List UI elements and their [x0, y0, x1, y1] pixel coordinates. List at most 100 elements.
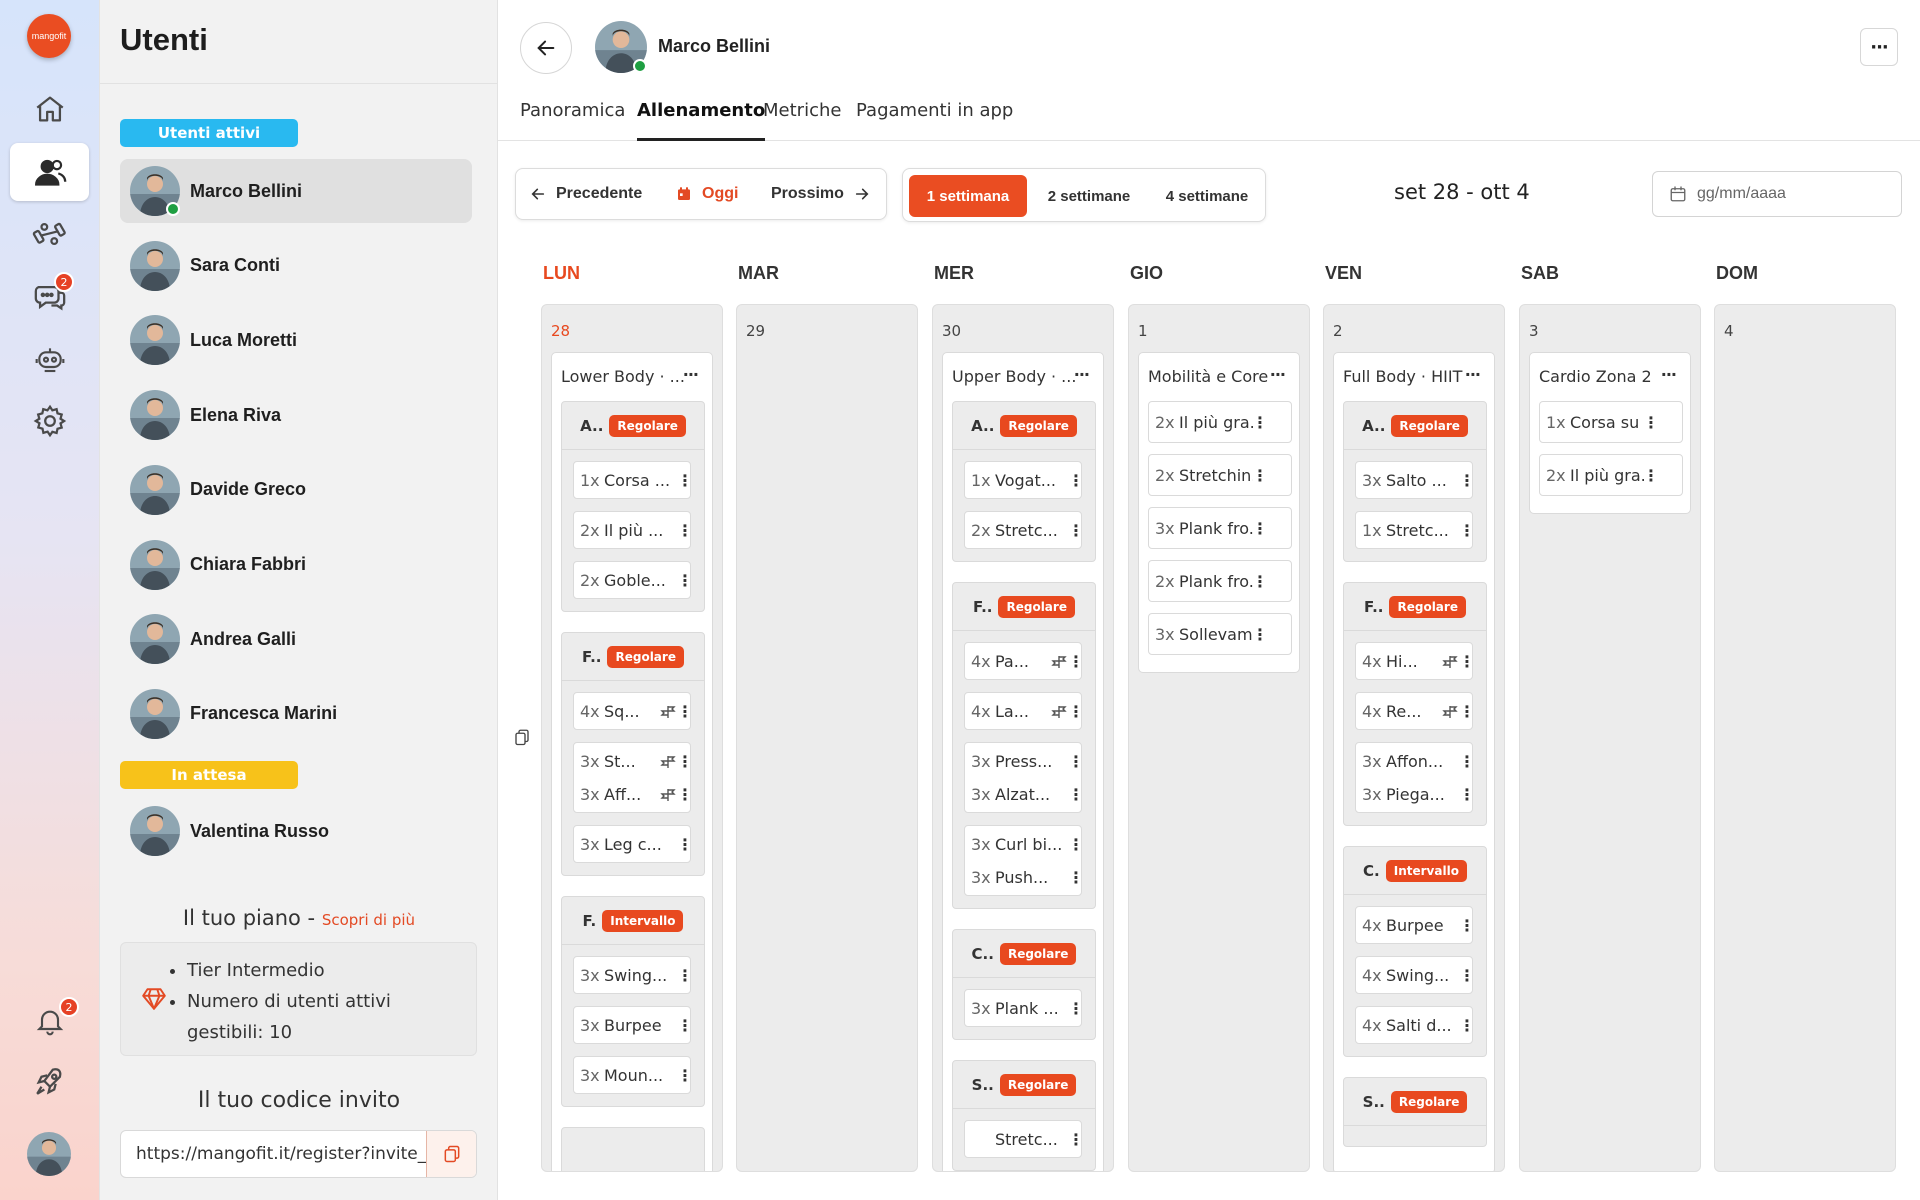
- exercise-menu-icon[interactable]: ⋮: [1459, 471, 1475, 490]
- exercise-menu-icon[interactable]: ⋮: [1068, 652, 1084, 671]
- tab-pagamenti[interactable]: Pagamenti in app: [856, 100, 1013, 141]
- exercise-card[interactable]: 4x Salti d... ⋮: [1355, 1006, 1475, 1044]
- workout-menu-icon[interactable]: ···: [1270, 365, 1286, 384]
- plan-discover-link[interactable]: Scopri di più: [322, 911, 415, 929]
- tab-allenamento[interactable]: Allenamento: [637, 100, 766, 141]
- user-row[interactable]: Elena Riva: [120, 383, 472, 447]
- exercise-menu-icon[interactable]: ⋮: [1459, 1016, 1475, 1035]
- exercise-menu-icon[interactable]: ⋮: [677, 752, 693, 771]
- exercise-block[interactable]: C. Intervallo 4x Burpee ⋮ 4x Swing... ⋮ 4x Salti …: [1343, 846, 1487, 1057]
- exercise-block[interactable]: F.. Regolare 4x Sq... ⋮ 3x St... ⋮ 3x Aff... ⋮ 3x Le…: [561, 632, 705, 876]
- exercise-card[interactable]: 3xPlank fro...⋮: [1148, 507, 1292, 549]
- next-button[interactable]: Prossimo: [771, 169, 870, 219]
- exercise-menu-icon[interactable]: ⋮: [1252, 519, 1268, 538]
- exercise-menu-icon[interactable]: ⋮: [677, 785, 693, 804]
- workout-card[interactable]: Cardio Zona 2···1xCorsa su ...⋮2xIl più …: [1529, 352, 1691, 514]
- user-row[interactable]: Marco Bellini: [120, 159, 472, 223]
- user-row[interactable]: Andrea Galli: [120, 607, 472, 671]
- exercise-menu-icon[interactable]: ⋮: [1643, 413, 1659, 432]
- date-input[interactable]: gg/mm/aaaa: [1652, 171, 1902, 217]
- week-option-4[interactable]: 4 settimane: [1151, 175, 1263, 217]
- exercise-card[interactable]: 2xStretchin...⋮: [1148, 454, 1292, 496]
- day-column[interactable]: 29: [736, 304, 918, 1172]
- exercise-card[interactable]: Stretc... ⋮: [964, 1120, 1084, 1158]
- nav-chat[interactable]: 2: [10, 268, 89, 326]
- exercise-card[interactable]: 4x Sq... ⋮: [573, 692, 693, 730]
- exercise-card[interactable]: 4x Hi... ⋮: [1355, 642, 1475, 680]
- exercise-card[interactable]: 3x Burpee ⋮: [573, 1006, 693, 1044]
- exercise-menu-icon[interactable]: ⋮: [677, 1016, 693, 1035]
- workout-menu-icon[interactable]: ···: [683, 365, 699, 384]
- nav-users[interactable]: [10, 143, 89, 201]
- day-column[interactable]: 28 Lower Body · ... ··· A.. Regolare 1x Corsa …: [541, 304, 723, 1172]
- exercise-menu-icon[interactable]: ⋮: [1068, 1130, 1084, 1149]
- exercise-menu-icon[interactable]: ⋮: [1459, 752, 1475, 771]
- user-row[interactable]: Davide Greco: [120, 458, 472, 522]
- user-row[interactable]: Sara Conti: [120, 234, 472, 298]
- user-row[interactable]: Valentina Russo: [120, 799, 472, 863]
- exercise-menu-icon[interactable]: ⋮: [1459, 521, 1475, 540]
- previous-button[interactable]: Precedente: [530, 169, 642, 219]
- tab-metriche[interactable]: Metriche: [763, 100, 841, 141]
- exercise-card[interactable]: 4x Swing... ⋮: [1355, 956, 1475, 994]
- exercise-menu-icon[interactable]: ⋮: [677, 571, 693, 590]
- workout-card[interactable]: Lower Body · ... ··· A.. Regolare 1x Corsa ..…: [551, 352, 713, 1171]
- today-button[interactable]: Oggi: [676, 169, 738, 219]
- nav-assistant[interactable]: [10, 330, 89, 388]
- exercise-block[interactable]: F. Intervallo 3x Swing... ⋮ 3x Burpee ⋮ 3x Moun..…: [561, 896, 705, 1107]
- day-column[interactable]: 3Cardio Zona 2···1xCorsa su ...⋮2xIl più…: [1519, 304, 1701, 1172]
- day-column[interactable]: 4: [1714, 304, 1896, 1172]
- exercise-block[interactable]: F.. Regolare 4x Pa... ⋮ 4x La... ⋮ 3x Press... ⋮ 3x…: [952, 582, 1096, 909]
- exercise-card[interactable]: 3x Curl bi... ⋮ 3x Push... ⋮: [964, 825, 1084, 896]
- exercise-block[interactable]: [561, 1127, 705, 1171]
- exercise-card[interactable]: 1x Stretc... ⋮: [1355, 511, 1475, 549]
- nav-settings[interactable]: [10, 392, 89, 450]
- exercise-card[interactable]: 1xCorsa su ...⋮: [1539, 401, 1683, 443]
- exercise-block[interactable]: F.. Regolare 4x Hi... ⋮ 4x Re... ⋮ 3x Affon... ⋮ 3x…: [1343, 582, 1487, 826]
- exercise-card[interactable]: 1x Corsa ... ⋮: [573, 461, 693, 499]
- exercise-card[interactable]: 2xIl più gra...⋮: [1539, 454, 1683, 496]
- exercise-card[interactable]: 2x Goble... ⋮: [573, 561, 693, 599]
- copy-week-icon[interactable]: [513, 727, 531, 747]
- user-row[interactable]: Luca Moretti: [120, 308, 472, 372]
- nav-home[interactable]: [10, 80, 89, 138]
- exercise-card[interactable]: 2x Il più ... ⋮: [573, 511, 693, 549]
- exercise-block[interactable]: C.. Regolare 3x Plank ... ⋮: [952, 929, 1096, 1040]
- exercise-card[interactable]: 4x Re... ⋮: [1355, 692, 1475, 730]
- exercise-card[interactable]: 3x Plank ... ⋮: [964, 989, 1084, 1027]
- workout-menu-icon[interactable]: ···: [1661, 365, 1677, 384]
- exercise-menu-icon[interactable]: ⋮: [1459, 652, 1475, 671]
- exercise-card[interactable]: 3x Press... ⋮ 3x Alzat... ⋮: [964, 742, 1084, 813]
- exercise-card[interactable]: 2x Stretc... ⋮: [964, 511, 1084, 549]
- app-logo[interactable]: mangofit: [27, 14, 71, 58]
- exercise-menu-icon[interactable]: ⋮: [1643, 466, 1659, 485]
- nav-workouts[interactable]: [10, 205, 89, 263]
- exercise-menu-icon[interactable]: ⋮: [1068, 835, 1084, 854]
- exercise-card[interactable]: 2xPlank fro...⋮: [1148, 560, 1292, 602]
- exercise-block[interactable]: A.. Regolare 1x Vogat... ⋮ 2x Stretc... ⋮: [952, 401, 1096, 562]
- exercise-block[interactable]: A.. Regolare 3x Salto ... ⋮ 1x Stretc... ⋮: [1343, 401, 1487, 562]
- exercise-menu-icon[interactable]: ⋮: [1459, 916, 1475, 935]
- exercise-menu-icon[interactable]: ⋮: [1252, 572, 1268, 591]
- copy-invite-button[interactable]: [426, 1131, 476, 1177]
- workout-card[interactable]: Upper Body · ... ··· A.. Regolare 1x Vogat...…: [942, 352, 1104, 1171]
- workout-menu-icon[interactable]: ···: [1074, 365, 1090, 384]
- exercise-menu-icon[interactable]: ⋮: [677, 702, 693, 721]
- workout-card[interactable]: Full Body · HIIT ··· A.. Regolare 3x Salto ..…: [1333, 352, 1495, 1171]
- tab-panoramica[interactable]: Panoramica: [520, 100, 625, 141]
- exercise-card[interactable]: 3xSollevam...⋮: [1148, 613, 1292, 655]
- exercise-card[interactable]: 3x Swing... ⋮: [573, 956, 693, 994]
- invite-field[interactable]: https://mangofit.it/register?invite_: [120, 1130, 477, 1178]
- exercise-card[interactable]: 3x Leg c... ⋮: [573, 825, 693, 863]
- exercise-card[interactable]: 3x St... ⋮ 3x Aff... ⋮: [573, 742, 693, 813]
- exercise-menu-icon[interactable]: ⋮: [1252, 625, 1268, 644]
- nav-notifications[interactable]: 2: [10, 992, 89, 1050]
- exercise-menu-icon[interactable]: ⋮: [677, 521, 693, 540]
- exercise-card[interactable]: 4x Burpee ⋮: [1355, 906, 1475, 944]
- exercise-menu-icon[interactable]: ⋮: [677, 966, 693, 985]
- invite-url[interactable]: https://mangofit.it/register?invite_: [121, 1131, 426, 1177]
- more-options-button[interactable]: ···: [1860, 28, 1898, 66]
- exercise-menu-icon[interactable]: ⋮: [1068, 471, 1084, 490]
- exercise-card[interactable]: 3x Salto ... ⋮: [1355, 461, 1475, 499]
- exercise-menu-icon[interactable]: ⋮: [1068, 999, 1084, 1018]
